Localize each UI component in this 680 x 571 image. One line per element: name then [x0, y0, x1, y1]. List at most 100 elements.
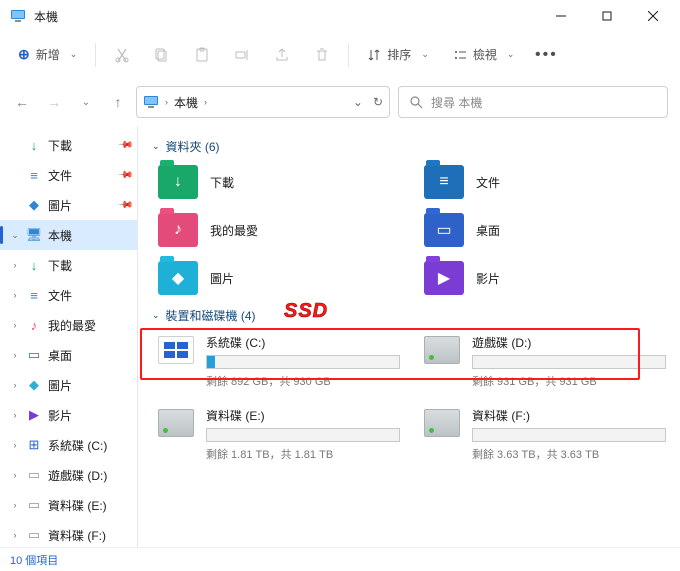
- tree-twisty[interactable]: ›: [10, 410, 20, 420]
- drive-item[interactable]: 資料碟 (F:)剩餘 3.63 TB，共 3.63 TB: [424, 407, 666, 462]
- refresh-button[interactable]: ↻: [373, 95, 383, 109]
- breadcrumb[interactable]: 本機: [174, 94, 198, 111]
- forward-button[interactable]: →: [44, 94, 64, 110]
- sidebar-item[interactable]: ›♪我的最愛: [0, 310, 137, 340]
- folder-label: 圖片: [210, 270, 234, 287]
- sidebar-item-label: 資料碟 (F:): [48, 527, 106, 544]
- close-button[interactable]: [630, 0, 676, 32]
- more-button[interactable]: •••: [528, 37, 564, 73]
- sidebar-item[interactable]: ›▭桌面: [0, 340, 137, 370]
- address-chevron[interactable]: ⌄: [353, 95, 363, 109]
- chevron-down-icon: ⌄: [152, 141, 160, 152]
- sidebar-item-label: 資料碟 (E:): [48, 497, 107, 514]
- group-folders-label: 資料夾 (6): [166, 138, 220, 155]
- minimize-button[interactable]: [538, 0, 584, 32]
- search-placeholder: 搜尋 本機: [431, 94, 482, 111]
- sidebar-item[interactable]: ⌄🖥本機: [0, 220, 137, 250]
- folder-label: 我的最愛: [210, 222, 258, 239]
- back-button[interactable]: ←: [12, 94, 32, 110]
- sidebar-item[interactable]: › ▭ 資料碟 (F:): [0, 520, 137, 547]
- address-bar[interactable]: › 本機 › ⌄ ↻: [136, 86, 390, 118]
- tree-twisty[interactable]: ›: [10, 290, 20, 300]
- rename-button[interactable]: [224, 37, 260, 73]
- folder-item[interactable]: ◆圖片: [158, 261, 400, 295]
- sidebar-item[interactable]: ›⊞系統碟 (C:): [0, 430, 137, 460]
- sidebar-item-icon: ▭: [26, 467, 42, 483]
- maximize-button[interactable]: [584, 0, 630, 32]
- folder-item[interactable]: ♪ 我的最愛: [158, 213, 400, 247]
- tree-twisty[interactable]: ›: [10, 380, 20, 390]
- search-input[interactable]: 搜尋 本機: [398, 86, 668, 118]
- copy-button[interactable]: [144, 37, 180, 73]
- drive-capacity-bar: [206, 428, 400, 442]
- sidebar-item-label: 我的最愛: [48, 317, 96, 334]
- folder-grid: ↓下載 ≡ 文件 ♪ 我的最愛 ▭桌面 ◆圖片 ▶影片: [152, 165, 666, 295]
- address-row: ← → ⌄ ↑ › 本機 › ⌄ ↻ 搜尋 本機: [0, 78, 680, 126]
- sidebar-item-icon: ▭: [26, 527, 42, 543]
- toolbar: ⊕ 新增 ⌄ 排序 ⌄ 檢視 ⌄ •••: [0, 32, 680, 78]
- group-drives-header[interactable]: ⌄ 裝置和磁碟機 (4): [152, 307, 666, 324]
- content: ⌄ 資料夾 (6) ↓下載 ≡ 文件 ♪ 我的最愛 ▭桌面 ◆圖片 ▶影片 ⌄ 裝置和磁碟機 …: [138, 126, 680, 547]
- tree-twisty[interactable]: ›: [10, 500, 20, 510]
- chevron-right-icon: ›: [165, 97, 168, 107]
- body: ↓下載📌≡文件📌◆圖片📌⌄🖥本機›↓下載›≡文件›♪我的最愛›▭桌面›◆圖片›▶…: [0, 126, 680, 547]
- tree-twisty[interactable]: ›: [10, 350, 20, 360]
- share-button[interactable]: [264, 37, 300, 73]
- group-folders-header[interactable]: ⌄ 資料夾 (6): [152, 138, 666, 155]
- folder-item[interactable]: ▭桌面: [424, 213, 666, 247]
- drive-icon: [424, 409, 460, 437]
- sidebar-item[interactable]: ›▭遊戲碟 (D:): [0, 460, 137, 490]
- folder-label: 文件: [476, 174, 500, 191]
- tree-twisty[interactable]: ›: [10, 260, 20, 270]
- sidebar-item[interactable]: ↓下載📌: [0, 130, 137, 160]
- sidebar-item[interactable]: ›▶影片: [0, 400, 137, 430]
- up-button[interactable]: ↑: [108, 94, 128, 110]
- ssd-annotation: SSD: [284, 300, 328, 323]
- tree-twisty[interactable]: ›: [10, 470, 20, 480]
- delete-button[interactable]: [304, 37, 340, 73]
- folder-icon: ▶: [424, 261, 464, 295]
- new-button[interactable]: ⊕ 新增 ⌄: [8, 37, 87, 73]
- sidebar-item[interactable]: ≡文件📌: [0, 160, 137, 190]
- view-button[interactable]: 檢視 ⌄: [443, 37, 525, 73]
- drive-name: 資料碟 (E:): [206, 407, 400, 424]
- sidebar-item[interactable]: ›↓下載: [0, 250, 137, 280]
- tree-twisty[interactable]: ›: [10, 320, 20, 330]
- folder-item[interactable]: ▶影片: [424, 261, 666, 295]
- sidebar: ↓下載📌≡文件📌◆圖片📌⌄🖥本機›↓下載›≡文件›♪我的最愛›▭桌面›◆圖片›▶…: [0, 126, 138, 547]
- folder-icon: ≡: [424, 165, 464, 199]
- sort-button[interactable]: 排序 ⌄: [357, 37, 439, 73]
- folder-item[interactable]: ≡ 文件: [424, 165, 666, 199]
- chevron-down-icon: ⌄: [152, 310, 160, 321]
- pc-icon: [10, 8, 26, 24]
- sidebar-item[interactable]: ›◆圖片: [0, 370, 137, 400]
- tree-twisty[interactable]: ›: [10, 530, 20, 540]
- drive-icon: [158, 409, 194, 437]
- sort-icon: [367, 48, 381, 62]
- sidebar-item[interactable]: ◆ 圖片 📌: [0, 190, 137, 220]
- sidebar-item-icon: ◆: [26, 377, 42, 393]
- sidebar-item[interactable]: ›≡文件: [0, 280, 137, 310]
- folder-item[interactable]: ↓下載: [158, 165, 400, 199]
- paste-button[interactable]: [184, 37, 220, 73]
- folder-icon: ♪: [158, 213, 198, 247]
- sidebar-item-icon: ▭: [26, 497, 42, 513]
- sidebar-item-icon: ▭: [26, 347, 42, 363]
- cut-button[interactable]: [104, 37, 140, 73]
- sidebar-item-label: 圖片: [48, 197, 72, 214]
- search-icon: [409, 95, 423, 109]
- sort-label: 排序: [387, 46, 411, 63]
- sidebar-item-label: 影片: [48, 407, 72, 424]
- sidebar-item-label: 本機: [48, 227, 72, 244]
- drive-item[interactable]: 資料碟 (E:)剩餘 1.81 TB，共 1.81 TB: [158, 407, 400, 462]
- tree-twisty[interactable]: ⌄: [10, 230, 20, 241]
- chevron-down-icon: ⌄: [507, 49, 515, 60]
- tree-twisty[interactable]: ›: [10, 440, 20, 450]
- sidebar-item-icon: ◆: [26, 197, 42, 213]
- sidebar-item-label: 下載: [48, 137, 72, 154]
- pin-icon: 📌: [116, 167, 133, 184]
- history-chevron[interactable]: ⌄: [76, 97, 96, 108]
- titlebar: 本機: [0, 0, 680, 32]
- pin-icon: 📌: [116, 197, 133, 214]
- sidebar-item[interactable]: › ▭ 資料碟 (E:): [0, 490, 137, 520]
